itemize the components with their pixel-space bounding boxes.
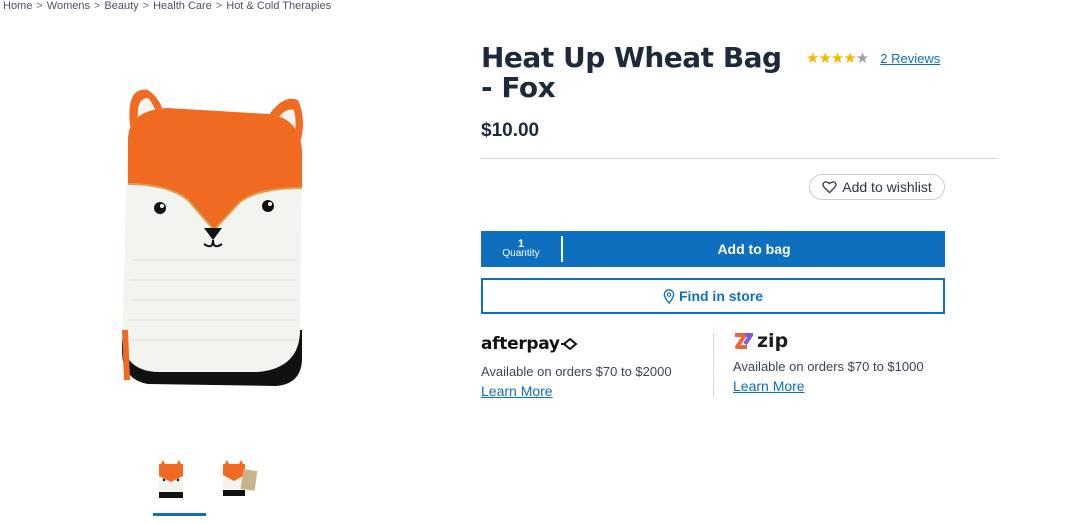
star-rating-icon: ★★★★★ [806,50,869,67]
thumbnail-fox-image [159,460,183,498]
zip-learn-more-link[interactable]: Learn More [733,378,805,394]
add-to-wishlist-button[interactable]: Add to wishlist [809,174,945,200]
breadcrumb-separator: > [93,0,101,12]
thumbnail-fox-tag-image [223,460,258,496]
product-title: Heat Up Wheat Bag - Fox [481,41,782,104]
product-rating: ★★★★★ 2 Reviews [806,49,940,67]
heart-icon [822,181,837,194]
quantity-selector[interactable]: 1 Quantity [481,231,561,267]
breadcrumb-health-care[interactable]: Health Care [153,0,212,12]
thumbnail-fox-front[interactable] [150,458,206,516]
breadcrumb-separator: > [36,0,43,12]
breadcrumb-separator: > [215,0,223,12]
afterpay-arrows-icon [560,337,578,351]
breadcrumb: Home > Womens > Beauty > Health Care > H… [3,0,331,12]
zip-description: Available on orders $70 to $1000 [733,359,924,374]
afterpay-description: Available on orders $70 to $2000 [481,364,672,379]
breadcrumb-womens[interactable]: Womens [47,0,90,12]
fox-wheat-bag-image [122,89,303,386]
afterpay-info: afterpay Available on orders $70 to $200… [481,333,672,401]
breadcrumb-home[interactable]: Home [3,0,32,12]
zip-logo: zip [733,330,924,352]
reviews-link[interactable]: 2 Reviews [880,51,940,66]
payment-divider [713,333,714,397]
map-pin-icon [663,288,675,304]
thumbnail-fox-tag[interactable] [218,458,264,516]
breadcrumb-hot-cold-therapies[interactable]: Hot & Cold Therapies [226,0,331,12]
thumbnail-strip [150,458,264,516]
breadcrumb-beauty[interactable]: Beauty [104,0,138,12]
add-to-bag-bar: 1 Quantity Add to bag [481,231,945,267]
zip-logo-icon [735,333,753,349]
add-to-bag-button[interactable]: Add to bag [563,231,945,267]
zip-info: zip Available on orders $70 to $1000 Lea… [733,330,924,396]
afterpay-learn-more-link[interactable]: Learn More [481,383,553,399]
divider [481,158,997,159]
product-price: $10.00 [481,120,540,141]
find-in-store-label: Find in store [679,288,763,304]
breadcrumb-separator: > [142,0,150,12]
find-in-store-button[interactable]: Find in store [481,278,945,314]
add-to-wishlist-label: Add to wishlist [842,179,932,195]
product-main-image[interactable] [108,80,318,400]
quantity-label: Quantity [502,248,540,259]
afterpay-logo: afterpay [481,333,672,355]
